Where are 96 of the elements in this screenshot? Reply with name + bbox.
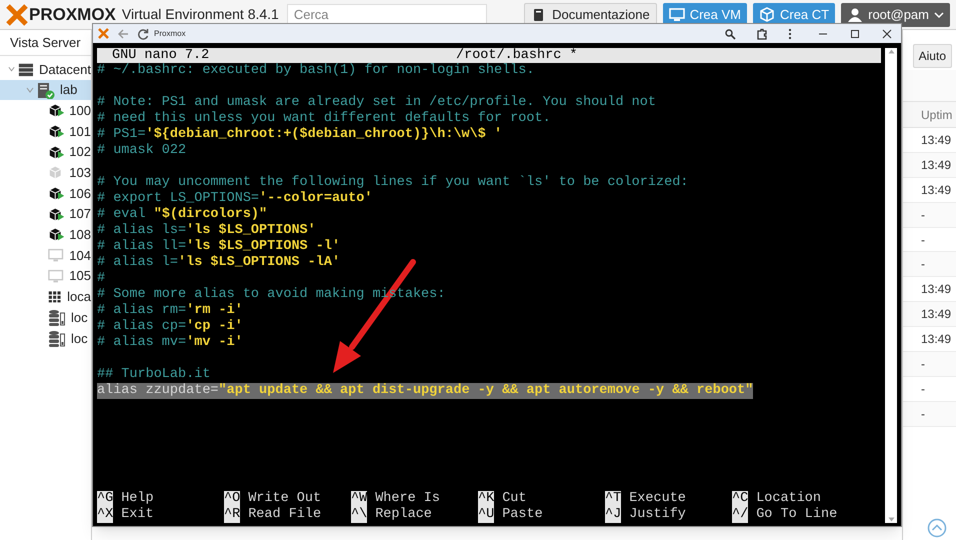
scroll-top-icon: [927, 518, 947, 538]
shortcut-label: Write Out: [248, 491, 322, 507]
table-cell-text: -: [921, 356, 925, 373]
tree-item[interactable]: 100: [0, 100, 91, 122]
scroll-up-icon: [888, 49, 894, 54]
database-icon: [48, 330, 66, 347]
table-cell-text: -: [921, 380, 925, 398]
shortcut-label: Help: [121, 491, 154, 507]
help-button[interactable]: Aiuto: [912, 44, 952, 68]
shortcut-key: ^J: [605, 507, 622, 523]
monitor-icon: [48, 247, 64, 264]
tree-item[interactable]: lab: [0, 80, 91, 100]
tree-item[interactable]: 103: [0, 162, 91, 184]
tree-item[interactable]: Datacent: [0, 59, 91, 80]
table-cell-text: -: [921, 406, 925, 423]
shortcut-key: ^G: [97, 491, 114, 507]
tree-item[interactable]: 107: [0, 204, 91, 224]
shortcut-label: Read File: [248, 507, 322, 523]
code-line: # ~/.bashrc: executed by bash(1) for non-login shells.: [97, 63, 534, 79]
tree-item[interactable]: 102: [0, 142, 91, 162]
code-line: # PS1='${debian_chroot:+($debian_chroot)}\h:\w\$ ': [97, 127, 502, 143]
scrollbar[interactable]: [885, 48, 897, 523]
shortcut-label: Replace: [375, 507, 432, 523]
user-icon: [847, 6, 864, 22]
shortcut-label: Go To Line: [756, 507, 838, 523]
cube-icon: [758, 6, 775, 22]
file-name: /root/.bashrc *: [456, 48, 578, 63]
table-cell-text: 13:49: [921, 156, 952, 174]
table-cell-text: -: [921, 256, 925, 274]
code-line: # alias ll='ls $LS_OPTIONS -l': [97, 239, 340, 255]
table-cell-text: 13:49: [921, 331, 952, 348]
code-line: # alias mv='mv -i': [97, 335, 243, 351]
table-cell-text: 13:49: [921, 306, 952, 324]
tree-item[interactable]: loc: [0, 328, 91, 349]
close-icon: [882, 28, 892, 38]
monitor-icon: [48, 268, 64, 285]
code-line: # alias rm='rm -i': [97, 303, 243, 319]
shortcut-key: ^X: [97, 507, 114, 523]
shortcut-key: ^W: [351, 491, 368, 507]
editor-name: GNU nano 7.2: [112, 48, 210, 63]
code-line: # You may uncomment the following lines if you want `ls' to be colorized:: [97, 175, 688, 191]
shortcut-label: Location: [756, 491, 822, 507]
more-icon: [788, 28, 792, 40]
code-line: #: [97, 271, 106, 287]
tree-item[interactable]: loc: [0, 307, 91, 328]
code-line: # eval "$(dircolors)": [97, 207, 268, 223]
reload-icon: [137, 28, 149, 40]
server-check-icon: [37, 82, 55, 99]
tree-item[interactable]: 101: [0, 121, 91, 142]
product-version: Virtual Environment 8.4.1: [122, 5, 279, 24]
tree-item[interactable]: 106: [0, 183, 91, 204]
puzzle-icon: [756, 28, 768, 40]
logo-text: PROXMOX: [29, 6, 116, 23]
tree-item[interactable]: 105: [0, 266, 91, 287]
shortcut-key: ^C: [732, 491, 748, 507]
toolbar-button[interactable]: root@pam: [841, 2, 950, 26]
code-line: # Note: PS1 and umask are already set in /etc/profile. You should not: [97, 95, 656, 111]
tree-item[interactable]: 108: [0, 224, 91, 246]
search-icon: [724, 28, 736, 40]
shortcut-key: ^U: [478, 507, 494, 523]
back-arrow-icon: [117, 28, 129, 40]
code-line: # alias ls='ls $LS_OPTIONS': [97, 223, 316, 239]
shortcut-key: ^T: [605, 491, 622, 507]
window-title: Proxmox: [154, 28, 186, 40]
favicon-icon: [98, 28, 109, 39]
maximize-icon: [850, 28, 860, 38]
shortcut-label: Execute: [629, 491, 686, 507]
table-cell-text: -: [921, 232, 925, 248]
table-cell-text: 13:49: [921, 132, 952, 149]
shortcut-key: ^R: [224, 507, 240, 523]
tree-item[interactable]: 104: [0, 245, 91, 266]
monitor-icon: [668, 6, 685, 22]
database-icon: [48, 309, 66, 326]
shortcut-key: ^/: [732, 507, 748, 523]
shortcut-key: ^\: [351, 507, 368, 523]
table-cell-text: -: [921, 206, 925, 224]
shortcut-label: Where Is: [375, 491, 440, 507]
table-cell-text: 13:49: [921, 281, 952, 298]
shortcut-key: ^K: [478, 491, 494, 507]
code-line: # alias l='ls $LS_OPTIONS -lA': [97, 255, 340, 271]
shortcut-label: Justify: [629, 507, 686, 523]
scroll-down-icon: [888, 517, 894, 522]
code-line: # need this unless you want different defaults for root.: [97, 111, 551, 127]
search-field[interactable]: Cerca: [286, 4, 487, 26]
code-line: ## TurboLab.it: [97, 367, 210, 383]
shortcut-key: ^O: [224, 491, 240, 507]
tree-item[interactable]: loca: [0, 286, 91, 308]
shortcut-label: Exit: [121, 507, 154, 523]
code-line: # umask 022: [97, 143, 186, 159]
code-line: # export LS_OPTIONS='--color=auto': [97, 191, 372, 207]
table-cell-text: 13:49: [921, 182, 952, 199]
chevron-down-icon: [934, 10, 944, 20]
shortcut-label: Cut: [502, 491, 527, 507]
code-line: # alias cp='cp -i': [97, 319, 243, 335]
logo-icon: [6, 4, 28, 26]
shortcut-label: Paste: [502, 507, 543, 523]
